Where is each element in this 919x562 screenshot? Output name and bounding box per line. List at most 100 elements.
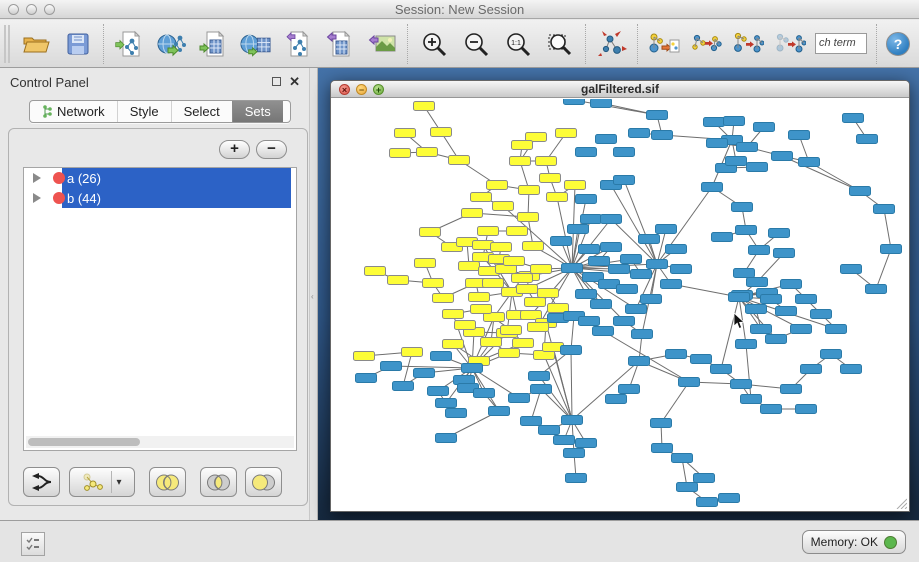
graph-node[interactable] <box>694 474 715 483</box>
graph-node-selected[interactable] <box>417 148 438 157</box>
graph-node[interactable] <box>591 99 612 108</box>
graph-node[interactable] <box>551 237 572 246</box>
set-list-item[interactable]: b (44) <box>24 188 296 208</box>
graph-node[interactable] <box>697 498 718 507</box>
save-session-button[interactable] <box>61 27 94 61</box>
panel-splitter[interactable]: ‹ <box>309 68 318 520</box>
graph-node[interactable] <box>446 409 467 418</box>
graph-node[interactable] <box>761 405 782 414</box>
remove-set-button[interactable]: − <box>256 140 287 159</box>
graph-node-selected[interactable] <box>547 193 568 202</box>
graph-node[interactable] <box>766 335 787 344</box>
graph-node-selected[interactable] <box>414 102 435 111</box>
graph-node[interactable] <box>741 395 762 404</box>
graph-node[interactable] <box>774 249 795 258</box>
graph-node-selected[interactable] <box>525 298 546 307</box>
graph-node[interactable] <box>691 355 712 364</box>
graph-node[interactable] <box>679 378 700 387</box>
graph-node[interactable] <box>609 265 630 274</box>
search-input[interactable]: ch term <box>815 33 867 54</box>
graph-node[interactable] <box>857 135 878 144</box>
graph-node[interactable] <box>474 389 495 398</box>
graph-node[interactable] <box>707 139 728 148</box>
graph-node[interactable] <box>821 350 842 359</box>
export-image-button[interactable] <box>365 27 398 61</box>
graph-node[interactable] <box>789 131 810 140</box>
graph-node-selected[interactable] <box>523 242 544 251</box>
graph-node-selected[interactable] <box>423 279 444 288</box>
graph-node[interactable] <box>866 285 887 294</box>
copy-network-button[interactable] <box>647 27 680 61</box>
graph-node-selected[interactable] <box>395 129 416 138</box>
graph-node-selected[interactable] <box>528 323 549 332</box>
graph-node[interactable] <box>576 290 597 299</box>
graph-node[interactable] <box>576 148 597 157</box>
import-network-file-button[interactable] <box>113 27 146 61</box>
graph-node[interactable] <box>781 280 802 289</box>
graph-node-selected[interactable] <box>433 294 454 303</box>
network-view[interactable] <box>331 99 909 511</box>
graph-node[interactable] <box>719 494 740 503</box>
graph-node[interactable] <box>732 203 753 212</box>
graph-node[interactable] <box>431 352 452 361</box>
graph-node[interactable] <box>606 395 627 404</box>
graph-node[interactable] <box>521 417 542 426</box>
graph-node[interactable] <box>436 399 457 408</box>
graph-node-selected[interactable] <box>512 274 533 283</box>
tab-sets[interactable]: Sets <box>232 101 283 122</box>
close-panel-icon[interactable]: ✕ <box>289 74 300 90</box>
graph-node[interactable] <box>596 135 617 144</box>
graph-node-selected[interactable] <box>518 213 539 222</box>
graph-node[interactable] <box>589 257 610 266</box>
graph-node[interactable] <box>568 225 589 234</box>
graph-node-selected[interactable] <box>517 285 538 294</box>
graph-node-selected[interactable] <box>415 259 436 268</box>
set-row-selection[interactable]: a (26) <box>62 168 291 188</box>
graph-node[interactable] <box>737 143 758 152</box>
graph-node[interactable] <box>561 346 582 355</box>
graph-node-selected[interactable] <box>487 181 508 190</box>
zoom-actual-button[interactable]: 1:1 <box>501 27 534 61</box>
graph-node[interactable] <box>601 215 622 224</box>
graph-node[interactable] <box>626 305 647 314</box>
graph-node[interactable] <box>826 325 847 334</box>
graph-node[interactable] <box>381 362 402 371</box>
graph-node-selected[interactable] <box>513 339 534 348</box>
open-session-button[interactable] <box>19 27 52 61</box>
graph-node[interactable] <box>564 99 585 105</box>
intersection-sets-button[interactable] <box>200 467 237 497</box>
graph-node[interactable] <box>791 325 812 334</box>
memory-status-button[interactable]: Memory: OK <box>802 530 906 554</box>
graph-node[interactable] <box>529 372 550 381</box>
graph-node[interactable] <box>811 310 832 319</box>
graph-node[interactable] <box>632 330 653 339</box>
graph-node-selected[interactable] <box>462 209 483 218</box>
graph-node-selected[interactable] <box>510 157 531 166</box>
graph-node[interactable] <box>564 449 585 458</box>
graph-node[interactable] <box>761 295 782 304</box>
graph-node[interactable] <box>647 111 668 120</box>
zoom-selected-button[interactable] <box>543 27 576 61</box>
graph-node[interactable] <box>881 245 902 254</box>
graph-node[interactable] <box>736 226 757 235</box>
graph-node[interactable] <box>772 152 793 161</box>
tab-style[interactable]: Style <box>117 101 171 122</box>
graph-node[interactable] <box>672 454 693 463</box>
graph-node[interactable] <box>776 307 797 316</box>
import-table-file-button[interactable] <box>197 27 230 61</box>
graph-node[interactable] <box>651 419 672 428</box>
graph-node[interactable] <box>436 434 457 443</box>
network-window-titlebar[interactable]: × − + galFiltered.sif <box>331 81 909 98</box>
graph-node[interactable] <box>614 317 635 326</box>
tab-network[interactable]: Network <box>30 101 117 122</box>
graph-node[interactable] <box>704 118 725 127</box>
graph-node[interactable] <box>647 260 668 269</box>
graph-node-selected[interactable] <box>512 141 533 150</box>
graph-node[interactable] <box>601 243 622 252</box>
graph-node[interactable] <box>614 148 635 157</box>
graph-node-selected[interactable] <box>481 338 502 347</box>
graph-node[interactable] <box>712 233 733 242</box>
graph-node[interactable] <box>661 280 682 289</box>
graph-node-selected[interactable] <box>519 186 540 195</box>
graph-node-selected[interactable] <box>431 128 452 137</box>
